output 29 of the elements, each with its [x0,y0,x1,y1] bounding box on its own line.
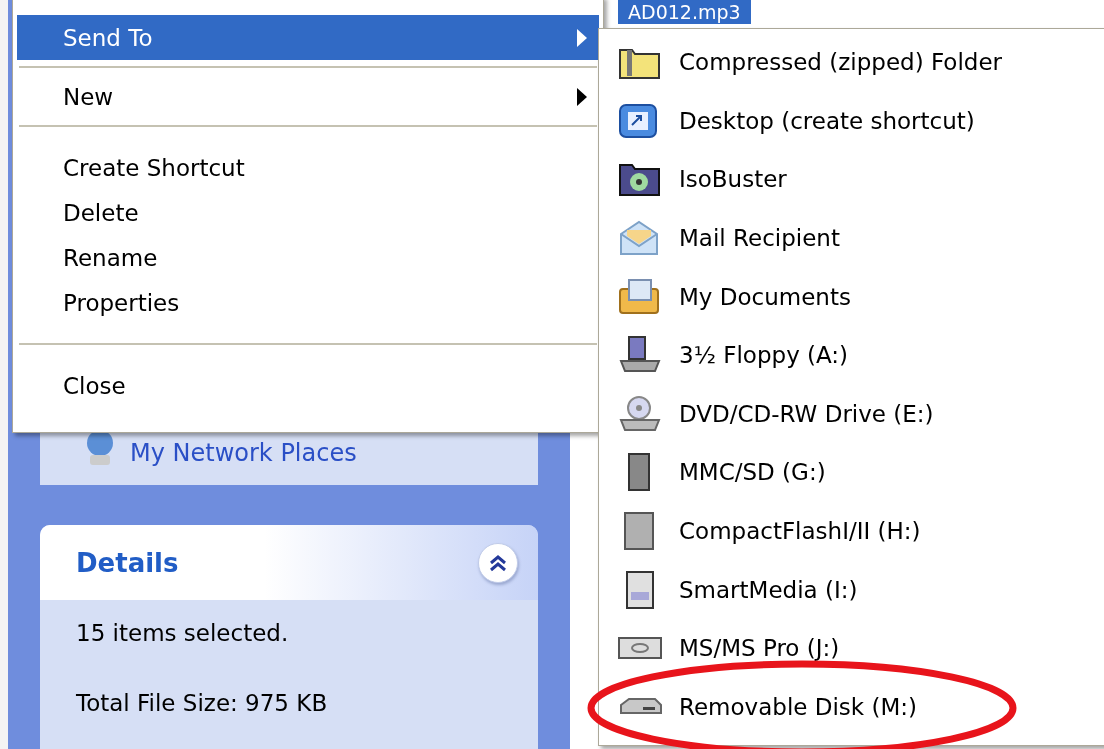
details-title: Details [76,547,179,578]
menu-item[interactable]: IsoBuster [617,150,1104,209]
menu-item[interactable]: Close [17,363,599,408]
submenu-arrow-icon [577,87,587,106]
menu-item[interactable]: SmartMedia (I:) [617,560,1104,619]
menu-item[interactable]: Properties [17,280,599,325]
menu-item[interactable]: Removable Disk (M:) [617,677,1104,737]
details-text: Total File Size: 975 KB [76,690,329,716]
menu-item[interactable]: MS/MS Pro (J:) [617,618,1104,678]
submenu-arrow-icon [577,28,587,47]
menu-item[interactable]: Delete [17,190,599,235]
collapse-button[interactable] [478,542,518,583]
menu-item[interactable]: My Documents [617,267,1104,326]
menu-item[interactable]: Compressed (zipped) Folder [617,33,1104,92]
double-chevron-icon [488,552,508,573]
file-name[interactable]: AD012.mp3 [618,0,751,24]
menu-item[interactable]: Rename [17,235,599,280]
network-places-link[interactable]: My Network Places [130,439,357,467]
menu-item[interactable]: MMC/SD (G:) [617,443,1104,502]
disc-drive-icon [617,393,663,434]
menu-item[interactable]: 3½ Floppy (A:) [617,325,1104,385]
menu-item[interactable]: CompactFlashI/II (H:) [617,501,1104,561]
menu-item[interactable]: Create Shortcut [17,145,599,190]
menu-item[interactable]: Desktop (create shortcut) [617,91,1104,151]
menu-item[interactable]: Send To [17,15,599,60]
menu-item[interactable]: New [17,74,599,119]
menu-item[interactable]: DVD/CD-RW Drive (E:) [617,384,1104,444]
details-text: 15 items selected. [76,620,290,646]
menu-item[interactable]: Mail Recipient [617,208,1104,268]
